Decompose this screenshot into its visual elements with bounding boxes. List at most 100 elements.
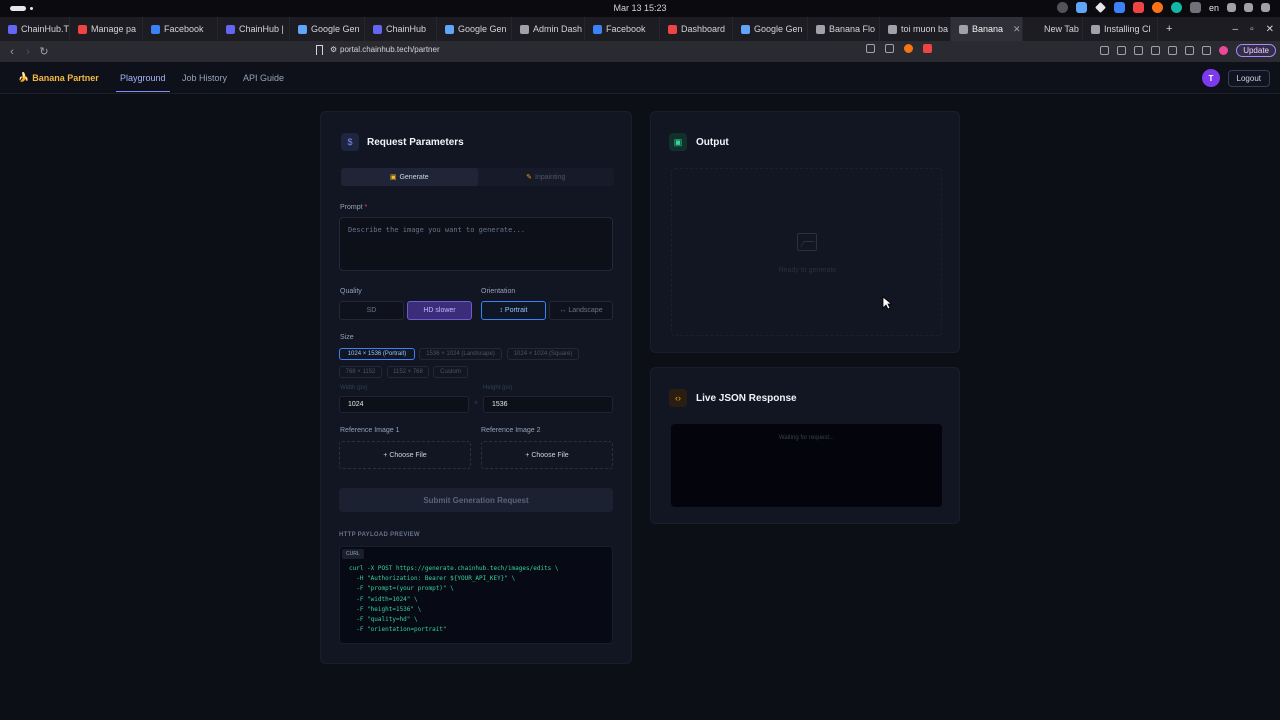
password-icon[interactable] (866, 44, 875, 53)
size-chip[interactable]: 1024 × 1536 (Portrait) (339, 348, 415, 360)
telegram-icon[interactable] (1095, 2, 1106, 13)
browser-tab[interactable]: Facebook (143, 17, 218, 41)
browser-tab-label: Banana Flo (829, 24, 876, 34)
size-chip[interactable]: 768 × 1152 (339, 366, 382, 378)
choose-file-1-button[interactable]: + Choose File (339, 441, 471, 469)
size-chip[interactable]: 1024 × 1024 (Square) (507, 348, 579, 360)
record-icon[interactable] (1132, 2, 1144, 13)
network-icon[interactable] (1227, 3, 1236, 12)
choose-file-2-button[interactable]: + Choose File (481, 441, 613, 469)
submit-generation-button[interactable]: Submit Generation Request (339, 488, 613, 512)
bookmark-icon[interactable] (316, 45, 323, 55)
payload-preview-title: HTTP PAYLOAD PREVIEW (339, 532, 420, 538)
browser-tab[interactable]: Admin Dash (512, 17, 585, 41)
wifi-icon[interactable] (1189, 2, 1201, 13)
forward-icon[interactable]: › (20, 46, 36, 58)
reload-icon[interactable]: ↻ (36, 45, 52, 58)
payload-code: curl -X POST https://generate.chainhub.t… (349, 565, 559, 634)
browser-tab[interactable]: Dashboard (660, 17, 733, 41)
image-placeholder-icon (797, 233, 817, 251)
browser-tab[interactable]: Banana ✕ (951, 17, 1023, 41)
app-icon[interactable] (1075, 2, 1087, 13)
browser-tab[interactable]: ChainHub.T (0, 17, 70, 41)
nav-playground[interactable]: Playground (116, 73, 170, 92)
size-chip[interactable]: Custom (433, 366, 468, 378)
browser-tab-label: Installing Cl (1104, 24, 1151, 34)
sync-icon[interactable] (1170, 2, 1182, 13)
browser-tab[interactable]: New Tab (1023, 17, 1083, 41)
width-input[interactable]: 1024 (339, 396, 469, 413)
size-label: Size (340, 334, 354, 341)
sidebar-icon[interactable] (1134, 46, 1144, 55)
browser-tab-label: Google Gen (754, 24, 803, 34)
browser-tab[interactable]: Installing Cl (1083, 17, 1158, 41)
brave-shield-icon[interactable] (904, 44, 913, 53)
quality-sd-button[interactable]: SD (339, 301, 404, 320)
puzzle-icon[interactable] (1117, 46, 1127, 55)
browser-tab[interactable]: Facebook (585, 17, 660, 41)
tab-favicon-icon (8, 24, 17, 34)
tab-favicon-icon (668, 24, 677, 34)
width-label: Width (px) (340, 385, 368, 391)
maximize-icon[interactable]: ▫ (1250, 24, 1254, 35)
power-icon[interactable] (1261, 3, 1270, 12)
address-bar: ‹ › ↻ ⚙ portal.chainhub.tech/partner Upd… (0, 41, 1280, 62)
update-button[interactable]: Update (1236, 44, 1276, 57)
share-icon[interactable] (885, 44, 894, 53)
screenshot-icon[interactable] (1185, 46, 1195, 55)
url-field[interactable]: portal.chainhub.tech/partner (340, 45, 440, 54)
code-icon: ‹› (669, 389, 687, 407)
tab-inpainting[interactable]: ✎ Inpainting (478, 168, 615, 186)
tab-generate[interactable]: ▣ Generate (341, 168, 478, 186)
browser-tab[interactable]: ChainHub | (218, 17, 290, 41)
close-tab-icon[interactable]: ✕ (1013, 24, 1021, 35)
profile-icon[interactable] (1219, 46, 1229, 55)
browser-tab[interactable]: Google Gen (290, 17, 365, 41)
tab-favicon-icon (226, 24, 235, 34)
pencil-icon: ✎ (526, 174, 532, 181)
size-chip[interactable]: 1152 × 768 (387, 366, 429, 378)
quality-hd-button[interactable]: HD slower (407, 301, 472, 320)
browser-tab[interactable]: Banana Flo (808, 17, 880, 41)
tab-favicon-icon (888, 24, 897, 34)
chrome-icon[interactable] (1056, 2, 1068, 13)
browser-tab[interactable]: Google Gen (733, 17, 808, 41)
reading-list-icon[interactable] (1151, 46, 1161, 55)
orientation-portrait-button[interactable]: ↕ Portrait (481, 301, 546, 320)
rewards-icon[interactable] (923, 44, 932, 53)
brave-icon[interactable] (1151, 2, 1163, 13)
extension-icon[interactable] (1100, 46, 1110, 55)
browser-tab[interactable]: ChainHub (365, 17, 437, 41)
nav-api-guide[interactable]: API Guide (243, 73, 284, 83)
browser-tab[interactable]: Google Gen (437, 17, 512, 41)
output-panel: ▣ Output Ready to generate (650, 111, 960, 353)
browser-tab[interactable]: toi muon ba (880, 17, 951, 41)
close-window-icon[interactable]: ✕ (1266, 24, 1274, 35)
browser-tab-label: Manage pa (91, 24, 137, 34)
shield-icon[interactable] (1113, 2, 1125, 13)
browser-tab-label: ChainHub (386, 24, 427, 34)
size-chip[interactable]: 1536 × 1024 (Landscape) (419, 348, 502, 360)
tab-generate-label: Generate (399, 173, 429, 181)
minimize-icon[interactable]: – (1233, 24, 1239, 35)
quality-label: Quality (340, 288, 362, 295)
orientation-landscape-button[interactable]: ↔ Landscape (549, 301, 613, 320)
volume-icon[interactable] (1244, 3, 1253, 12)
new-tab-button[interactable]: + (1158, 23, 1180, 35)
waiting-text: Waiting for request... (778, 435, 835, 441)
nav-job-history[interactable]: Job History (182, 73, 227, 83)
wallet-icon[interactable] (1168, 46, 1178, 55)
brand[interactable]: 🍌 Banana Partner (18, 72, 99, 83)
avatar[interactable]: T (1202, 69, 1220, 87)
language-indicator[interactable]: en (1209, 3, 1219, 13)
leo-icon[interactable] (1202, 46, 1212, 55)
site-info-icon[interactable]: ⚙ (330, 45, 337, 54)
tab-favicon-icon (959, 24, 968, 34)
browser-tab[interactable]: Manage pa (70, 17, 143, 41)
prompt-textarea[interactable]: Describe the image you want to generate.… (339, 217, 613, 271)
back-icon[interactable]: ‹ (4, 46, 20, 58)
height-input[interactable]: 1536 (483, 396, 613, 413)
tab-favicon-icon (298, 24, 307, 34)
brand-name: Banana Partner (32, 72, 99, 83)
logout-button[interactable]: Logout (1227, 70, 1270, 87)
